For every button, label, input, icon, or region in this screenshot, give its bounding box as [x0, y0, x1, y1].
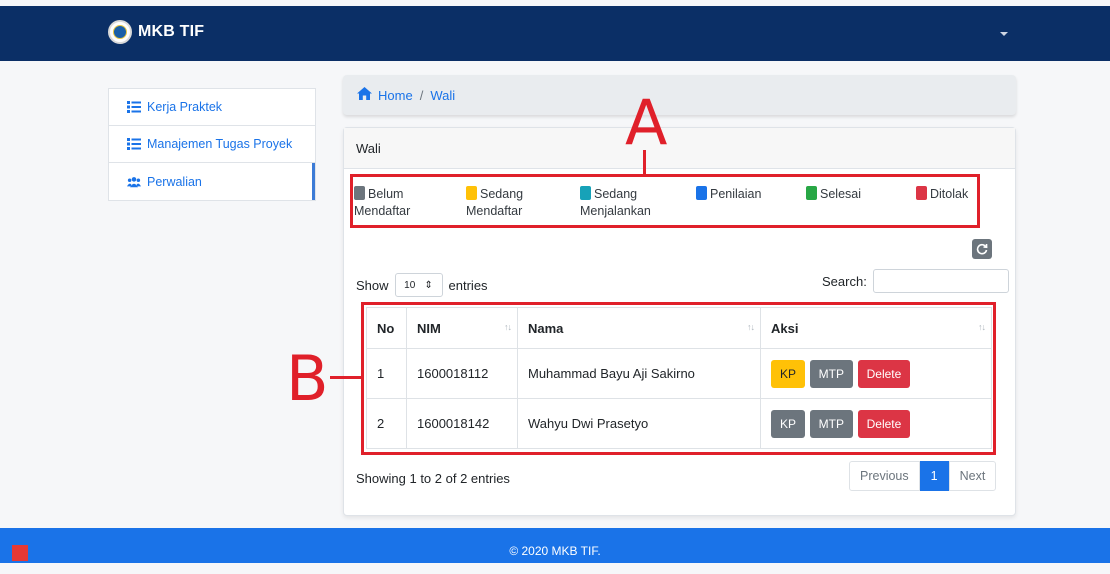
annotation-box-b	[361, 302, 996, 455]
entries-label: entries	[448, 277, 488, 293]
users-icon	[127, 176, 141, 188]
footer: © 2020 MKB TIF.	[0, 528, 1110, 563]
table-info: Showing 1 to 2 of 2 entries	[356, 471, 510, 486]
annotation-box-a	[350, 174, 980, 228]
show-entries: Show 10 ⇕ entries	[356, 273, 488, 297]
top-navbar: MKB TIF	[0, 6, 1110, 61]
breadcrumb-separator: /	[419, 87, 424, 103]
next-page-button[interactable]: Next	[948, 461, 997, 491]
annotation-label-a: A	[625, 86, 668, 159]
search-label: Search:	[822, 273, 867, 289]
annotation-line-b	[330, 376, 361, 379]
sidebar-item-kerja-praktek[interactable]: Kerja Praktek	[109, 89, 315, 126]
page-size-select[interactable]: 10 ⇕	[394, 273, 443, 297]
brand-link[interactable]: MKB TIF	[108, 20, 204, 44]
user-menu-caret-icon[interactable]	[1000, 32, 1008, 36]
brand-title: MKB TIF	[138, 23, 205, 40]
footer-text: © 2020 MKB TIF.	[509, 544, 601, 558]
university-logo-icon	[108, 20, 132, 44]
breadcrumb: Home / Wali	[343, 75, 1016, 115]
app-corner-icon[interactable]	[12, 545, 28, 561]
sidebar: Kerja Praktek Manajemen Tugas Proyek Per…	[108, 88, 316, 201]
refresh-button[interactable]	[972, 239, 992, 259]
sidebar-item-label: Manajemen Tugas Proyek	[147, 137, 293, 151]
sidebar-item-label: Kerja Praktek	[147, 100, 223, 114]
search-wrap: Search:	[822, 269, 1009, 293]
show-label: Show	[356, 277, 389, 293]
annotation-label-b: B	[286, 342, 329, 415]
breadcrumb-current[interactable]: Wali	[430, 88, 455, 103]
select-arrows-icon: ⇕	[424, 279, 433, 291]
breadcrumb-home-link[interactable]: Home	[378, 88, 413, 103]
card-title: Wali	[344, 128, 1015, 169]
page-size-value: 10	[404, 279, 416, 291]
sidebar-item-perwalian[interactable]: Perwalian	[109, 163, 315, 200]
home-icon[interactable]	[357, 87, 372, 103]
search-input[interactable]	[872, 269, 1009, 293]
sidebar-item-manajemen-tugas-proyek[interactable]: Manajemen Tugas Proyek	[109, 126, 315, 163]
pagination: Previous 1 Next	[849, 461, 997, 491]
page-1-button[interactable]: 1	[919, 461, 949, 491]
list-icon	[127, 101, 141, 113]
sidebar-item-label: Perwalian	[147, 174, 202, 189]
previous-page-button[interactable]: Previous	[849, 461, 920, 491]
list-icon	[127, 138, 141, 150]
refresh-icon	[976, 243, 988, 255]
